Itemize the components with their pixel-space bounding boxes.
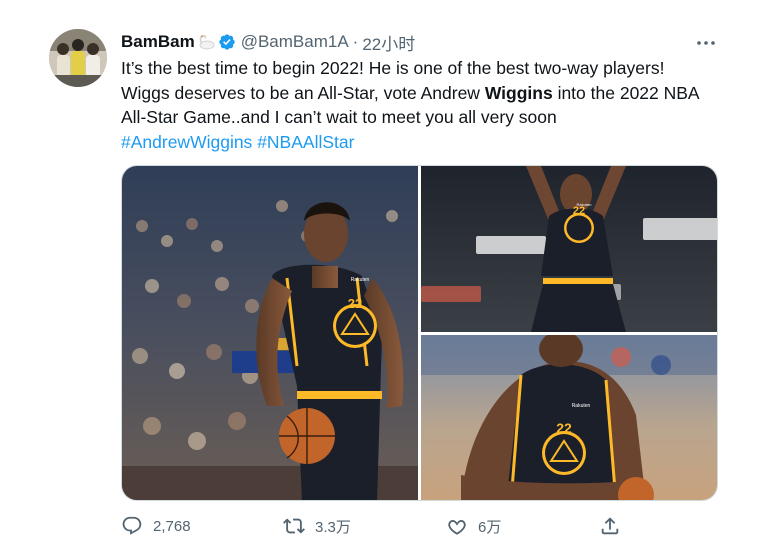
like-button[interactable]: 6万 <box>446 515 501 537</box>
retweet-icon <box>283 518 305 534</box>
retweet-button[interactable]: 3.3万 <box>283 515 351 537</box>
like-icon <box>448 520 466 535</box>
hashtag-line: #AndrewWiggins #NBAAllStar <box>121 130 721 155</box>
photo-2[interactable]: 22 Rakuten <box>421 166 717 332</box>
photo-3-image: 22 Rakuten <box>421 335 717 500</box>
photo-2-jersey-brand: Rakuten <box>577 202 592 207</box>
reply-button[interactable]: 2,768 <box>121 515 191 537</box>
photo-3-jersey-brand: Rakuten <box>572 403 591 409</box>
share-button[interactable] <box>599 515 631 537</box>
user-handle[interactable]: @BamBam1A <box>241 32 349 52</box>
tweet-text-bold-name: Wiggins <box>484 82 553 103</box>
timestamp[interactable]: 22小时 <box>362 30 415 55</box>
photo-1-image: 22 Rakuten <box>122 166 418 500</box>
media-grid: 22 Rakuten 22 Rakuten 22 Rakuten <box>121 165 718 501</box>
retweet-count: 3.3万 <box>315 518 351 536</box>
photo-3-jersey-number: 22 <box>556 420 572 436</box>
photo-2-image: 22 Rakuten <box>421 166 717 332</box>
share-icon <box>601 517 619 535</box>
tweet-text-line-2: Wiggs deserves to be an All-Star, vote A… <box>121 81 721 106</box>
display-name[interactable]: BamBam <box>121 32 195 52</box>
reply-icon <box>122 516 142 535</box>
tweet-text: It’s the best time to begin 2022! He is … <box>121 56 721 154</box>
photo-1[interactable]: 22 Rakuten <box>122 166 418 500</box>
header-separator: · <box>352 32 359 51</box>
tweet: BamBam @BamBam1A · 22小时 It’s the best ti… <box>0 0 765 559</box>
tweet-header: BamBam @BamBam1A · 22小时 <box>121 30 415 55</box>
tweet-actions: 2,768 3.3万 6万 <box>121 515 721 541</box>
photo-3[interactable]: 22 Rakuten <box>421 335 717 500</box>
photo-1-jersey-brand: Rakuten <box>351 277 370 283</box>
tweet-text-line-2-end: into the 2022 NBA <box>552 82 700 103</box>
hashtag-nbaallstar[interactable]: #NBAAllStar <box>257 132 354 152</box>
swan-emoji-icon <box>197 34 215 50</box>
hashtag-andrewwiggins[interactable]: #AndrewWiggins <box>121 132 252 152</box>
tweet-text-line-2-start: Wiggs deserves to be an All-Star, vote A… <box>121 82 485 103</box>
like-count: 6万 <box>478 518 502 536</box>
reply-count: 2,768 <box>153 517 191 535</box>
avatar-image <box>49 29 107 87</box>
more-icon[interactable] <box>693 33 719 53</box>
verified-badge-icon <box>218 33 236 51</box>
photo-1-jersey-number: 22 <box>348 296 362 311</box>
tweet-text-line-1: It’s the best time to begin 2022! He is … <box>121 58 665 78</box>
tweet-text-line-3: All-Star Game..and I can’t wait to meet … <box>121 107 557 127</box>
avatar[interactable] <box>49 29 107 87</box>
